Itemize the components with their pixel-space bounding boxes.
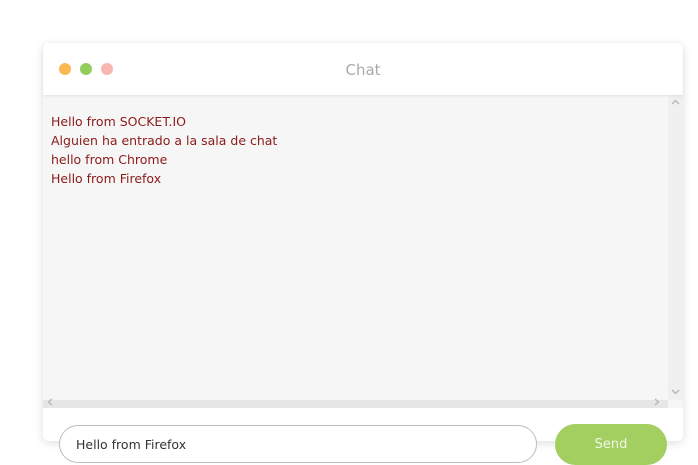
message-area[interactable]: Hello from SOCKET.IO Alguien ha entrado …: [43, 95, 683, 408]
message-input[interactable]: [59, 425, 537, 463]
scroll-down-icon[interactable]: [668, 388, 683, 398]
message-composer: Send: [43, 408, 683, 465]
message-item: Alguien ha entrado a la sala de chat: [51, 133, 278, 148]
message-list: Hello from SOCKET.IO Alguien ha entrado …: [51, 112, 277, 188]
message-item: Hello from Firefox: [51, 171, 162, 186]
chat-window: Chat Hello from SOCKET.IO Alguien ha ent…: [43, 43, 683, 465]
title-bar: Chat: [43, 43, 683, 95]
window-title: Chat: [345, 61, 381, 79]
message-item: Hello from SOCKET.IO: [51, 114, 186, 129]
message-item: hello from Chrome: [51, 152, 168, 167]
send-button[interactable]: Send: [555, 424, 667, 465]
vertical-scrollbar[interactable]: [668, 95, 683, 400]
scroll-up-icon[interactable]: [668, 98, 683, 108]
horizontal-scrollbar[interactable]: [43, 398, 668, 408]
